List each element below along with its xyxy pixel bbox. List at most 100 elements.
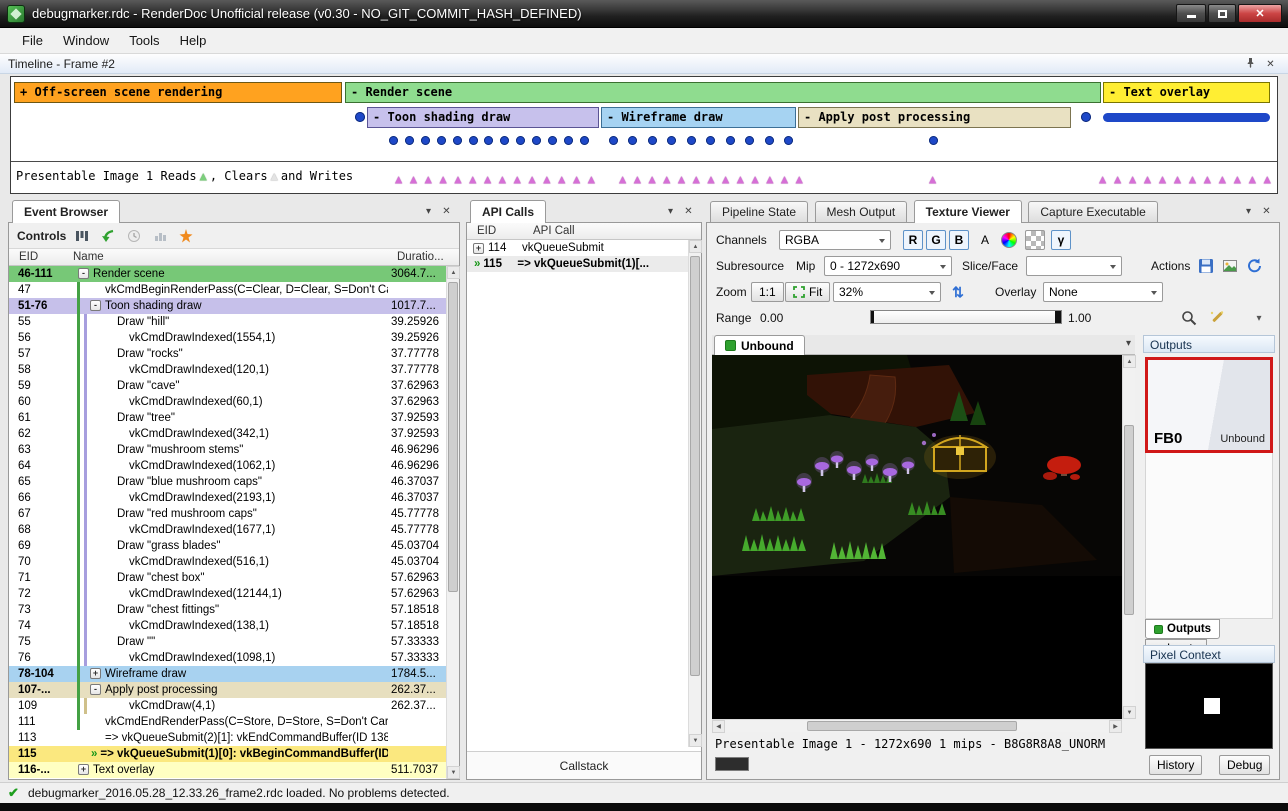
event-row[interactable]: 73Draw "chest fittings"57.18518	[9, 602, 446, 618]
event-browser-scrollbar[interactable]: ▲ ▼	[446, 266, 459, 779]
event-row[interactable]: 69Draw "grass blades"45.03704	[9, 538, 446, 554]
range-white-point-handle[interactable]	[1055, 311, 1061, 323]
bookmark-icon[interactable]	[177, 227, 195, 245]
event-row[interactable]: 64vkCmdDrawIndexed(1062,1)46.96296	[9, 458, 446, 474]
event-row[interactable]: 47vkCmdBeginRenderPass(C=Clear, D=Clear,…	[9, 282, 446, 298]
dock-menu-icon[interactable]: ▾	[663, 204, 678, 219]
refresh-icon[interactable]	[1245, 257, 1263, 275]
timeline-block-toon-shading[interactable]: - Toon shading draw	[367, 107, 599, 128]
expand-expander-icon[interactable]: +	[90, 668, 101, 679]
event-row[interactable]: 61Draw "tree"37.92593	[9, 410, 446, 426]
scrollbar-thumb[interactable]	[448, 282, 458, 592]
range-fit-magnifier-icon[interactable]	[1180, 309, 1198, 327]
jump-to-event-icon[interactable]	[99, 227, 117, 245]
event-row[interactable]: 109vkCmdDraw(4,1)262.37...	[9, 698, 446, 714]
close-button[interactable]: ✕	[1238, 4, 1282, 23]
zoom-combo[interactable]: 32%	[833, 282, 941, 302]
menu-file[interactable]: File	[12, 29, 53, 52]
scroll-down-icon[interactable]: ▼	[1123, 706, 1136, 719]
zoom-1to1-button[interactable]: 1:1	[751, 282, 784, 302]
range-slider[interactable]	[870, 310, 1062, 324]
timeline-block-wireframe[interactable]: - Wireframe draw	[601, 107, 796, 128]
collapse-expander-icon[interactable]: -	[90, 684, 101, 695]
expand-expander-icon[interactable]: +	[473, 243, 484, 254]
event-row[interactable]: 78-104+Wireframe draw1784.5...	[9, 666, 446, 682]
tab-pipeline-state[interactable]: Pipeline State	[710, 201, 808, 223]
export-image-icon[interactable]	[1221, 257, 1239, 275]
event-row[interactable]: 51-76-Toon shading draw1017.7...	[9, 298, 446, 314]
event-row[interactable]: 113=> vkQueueSubmit(2)[1]: vkEndCommandB…	[9, 730, 446, 746]
filter-columns-icon[interactable]	[73, 227, 91, 245]
wireframe-draw-dots[interactable]	[609, 135, 793, 145]
callstack-section[interactable]: Callstack	[467, 751, 701, 779]
flip-y-icon[interactable]: ⇅	[949, 283, 967, 301]
event-row[interactable]: 72vkCmdDrawIndexed(12144,1)57.62963	[9, 586, 446, 602]
event-row[interactable]: 60vkCmdDrawIndexed(60,1)37.62963	[9, 394, 446, 410]
post-draw-dots[interactable]	[929, 135, 939, 145]
dock-menu-icon[interactable]: ▾	[421, 204, 436, 219]
event-row[interactable]: 55Draw "hill"39.25926	[9, 314, 446, 330]
auto-fit-wand-icon[interactable]	[1208, 309, 1226, 327]
history-button[interactable]: History	[1149, 755, 1202, 775]
overlay-combo[interactable]: None	[1043, 282, 1163, 302]
tab-outputs[interactable]: Outputs	[1145, 619, 1220, 639]
zoom-fit-button[interactable]: Fit	[785, 282, 830, 302]
dock-menu-icon[interactable]: ▾	[1241, 204, 1256, 219]
event-row[interactable]: 115»=> vkQueueSubmit(1)[0]: vkBeginComma…	[9, 746, 446, 762]
event-row[interactable]: 76vkCmdDrawIndexed(1098,1)57.33333	[9, 650, 446, 666]
toolbar-overflow-icon[interactable]: ▾	[1250, 309, 1268, 327]
texture-vertical-scrollbar[interactable]: ▲ ▼	[1122, 355, 1135, 719]
show-timings-icon[interactable]	[125, 227, 143, 245]
color-wheel-icon[interactable]	[1001, 232, 1017, 248]
event-row[interactable]: 66vkCmdDrawIndexed(2193,1)46.37037	[9, 490, 446, 506]
timeline-block-post-processing[interactable]: - Apply post processing	[798, 107, 1071, 128]
timeline-block-render-scene[interactable]: - Render scene	[345, 82, 1101, 103]
scroll-up-icon[interactable]: ▲	[689, 240, 702, 253]
timeline-panel[interactable]: + Off-screen scene rendering - Render sc…	[10, 76, 1278, 194]
api-calls-scrollbar[interactable]: ▲ ▼	[688, 240, 701, 747]
event-row[interactable]: 107-...-Apply post processing262.37...	[9, 682, 446, 698]
collapse-expander-icon[interactable]: -	[90, 300, 101, 311]
scrollbar-thumb[interactable]	[807, 721, 1017, 731]
fb0-thumbnail[interactable]: FB0 Unbound	[1145, 357, 1273, 453]
pixel-context-view[interactable]	[1145, 663, 1273, 749]
slice-face-combo[interactable]	[1026, 256, 1122, 276]
scroll-left-icon[interactable]: ◀	[712, 720, 725, 733]
tab-texture-viewer[interactable]: Texture Viewer	[914, 200, 1022, 223]
collapse-expander-icon[interactable]: -	[78, 268, 89, 279]
stats-icon[interactable]	[151, 227, 169, 245]
event-row[interactable]: 65Draw "blue mushroom caps"46.37037	[9, 474, 446, 490]
event-row[interactable]: 62vkCmdDrawIndexed(342,1)37.92593	[9, 426, 446, 442]
event-row[interactable]: 111vkCmdEndRenderPass(C=Store, D=Store, …	[9, 714, 446, 730]
tab-api-calls[interactable]: API Calls	[470, 200, 546, 223]
debug-button[interactable]: Debug	[1219, 755, 1270, 775]
channels-combo[interactable]: RGBA	[779, 230, 891, 250]
toon-draw-dots[interactable]	[389, 135, 589, 145]
event-row[interactable]: 75Draw ""57.33333	[9, 634, 446, 650]
scroll-down-icon[interactable]: ▼	[689, 734, 702, 747]
event-row[interactable]: 59Draw "cave"37.62963	[9, 378, 446, 394]
preview-dropdown-icon[interactable]: ▾	[1126, 338, 1131, 349]
panel-close-icon[interactable]: ✕	[439, 204, 454, 219]
tab-event-browser[interactable]: Event Browser	[12, 200, 120, 223]
timeline-close-icon[interactable]: ✕	[1263, 57, 1278, 72]
scroll-up-icon[interactable]: ▲	[1123, 355, 1136, 368]
event-row[interactable]: 74vkCmdDrawIndexed(138,1)57.18518	[9, 618, 446, 634]
event-row[interactable]: 70vkCmdDrawIndexed(516,1)45.03704	[9, 554, 446, 570]
texture-image-viewport[interactable]	[712, 355, 1122, 719]
event-row[interactable]: 67Draw "red mushroom caps"45.77778	[9, 506, 446, 522]
save-texture-icon[interactable]	[1197, 257, 1215, 275]
event-row[interactable]: 68vkCmdDrawIndexed(1677,1)45.77778	[9, 522, 446, 538]
gamma-button[interactable]: γ	[1051, 230, 1071, 250]
channel-red-button[interactable]: R	[903, 230, 923, 250]
texture-horizontal-scrollbar[interactable]: ◀ ▶	[712, 719, 1122, 732]
maximize-button[interactable]	[1208, 4, 1236, 23]
event-row[interactable]: 57Draw "rocks"37.77778	[9, 346, 446, 362]
timeline-block-text-overlay[interactable]: - Text overlay	[1103, 82, 1270, 103]
timeline-block-offscreen[interactable]: + Off-screen scene rendering	[14, 82, 342, 103]
event-row[interactable]: 58vkCmdDrawIndexed(120,1)37.77778	[9, 362, 446, 378]
mip-combo[interactable]: 0 - 1272x690	[824, 256, 952, 276]
scroll-right-icon[interactable]: ▶	[1109, 720, 1122, 733]
panel-close-icon[interactable]: ✕	[1259, 204, 1274, 219]
channel-alpha-button[interactable]: A	[975, 230, 995, 250]
